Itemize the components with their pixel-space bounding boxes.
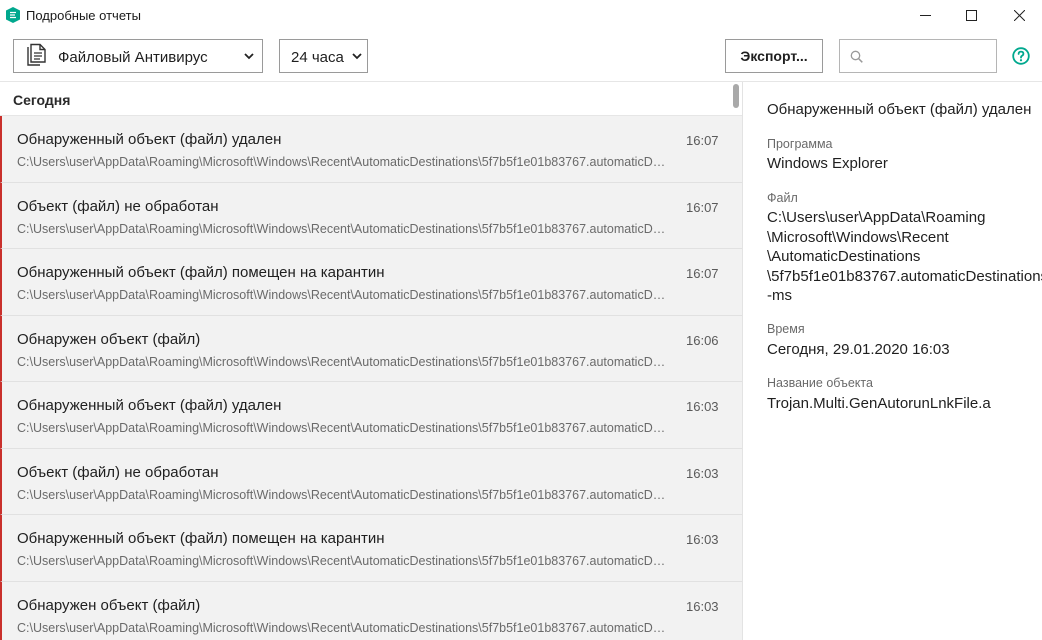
event-path: C:\Users\user\AppData\Roaming\Microsoft\… (17, 554, 667, 568)
time-label: Время (767, 322, 805, 336)
event-title: Обнаружен объект (файл) (17, 596, 201, 614)
list-item[interactable]: Обнаружен объект (файл) C:\Users\user\App… (0, 581, 742, 640)
chevron-down-icon (244, 53, 254, 60)
object-name-label: Название объекта (767, 376, 873, 390)
export-button[interactable]: Экспорт... (725, 39, 823, 73)
event-time: 16:03 (686, 598, 719, 614)
event-title: Обнаруженный объект (файл) удален (17, 397, 282, 414)
event-time: 16:07 (686, 133, 719, 148)
period-select[interactable]: 24 часа (279, 39, 368, 73)
event-time: 16:03 (686, 465, 719, 481)
list-item[interactable]: Обнаружен объект (файл) C:\Users\user\App… (0, 315, 742, 382)
object-name-value: Trojan.Multi.GenAutorunLnkFile.a (767, 395, 991, 412)
program-label: Программа (767, 137, 833, 151)
time-value: Сегодня, 29.01.2020 16:03 (767, 341, 950, 358)
close-button[interactable] (996, 0, 1042, 31)
title-bar: Подробные отчеты (0, 0, 1042, 31)
period-select-label: 24 часа (291, 49, 344, 66)
event-title: Обнаруженный объект (файл) помещен на ка… (17, 264, 385, 281)
component-select-label: Файловый Антивирус (58, 49, 208, 66)
event-title: Обнаруженный объект (файл) удален (17, 131, 282, 148)
group-header-label: Сегодня (13, 92, 71, 108)
minimize-icon (919, 15, 931, 16)
list-item[interactable]: Обнаруженный объект (файл) помещен на ка… (0, 249, 742, 316)
event-path: C:\Users\user\AppData\Roaming\Microsoft\… (17, 221, 667, 236)
maximize-button[interactable] (948, 0, 994, 31)
event-time: 16:06 (686, 332, 719, 348)
event-title: Обнаруженный объект (файл) помещен на ка… (17, 530, 385, 547)
file-label: Файл (767, 191, 798, 205)
search-input[interactable] (870, 46, 990, 66)
list-item[interactable]: Обнаруженный объект (файл) помещен на ка… (0, 515, 742, 582)
list-item[interactable]: Объект (файл) не обработан C:\Users\user\… (0, 448, 742, 515)
events-list: Обнаруженный объект (файл) удален C:\User… (0, 116, 742, 640)
event-path: C:\Users\user\AppData\Roaming\Microsoft\… (17, 288, 667, 302)
event-time: 16:03 (686, 532, 719, 547)
event-path: C:\Users\user\AppData\Roaming\Microsoft\… (17, 620, 667, 635)
event-time: 16:07 (686, 199, 719, 215)
search-box[interactable] (839, 39, 997, 73)
group-header: Сегодня (0, 82, 742, 116)
list-item[interactable]: Объект (файл) не обработан C:\Users\user\… (0, 182, 742, 249)
toolbar: Файловый Антивирус 24 часа Экспорт... (0, 31, 1042, 82)
event-title: Объект (файл) не обработан (17, 197, 219, 215)
component-select[interactable]: Файловый Антивирус (13, 39, 263, 73)
event-time: 16:03 (686, 399, 719, 414)
file-document-icon (27, 43, 46, 66)
file-path-line: \AutomaticDestinations (767, 248, 921, 265)
event-path: C:\Users\user\AppData\Roaming\Microsoft\… (17, 487, 667, 502)
question-circle-icon[interactable] (1012, 47, 1030, 65)
file-path-line: \Microsoft\Windows\Recent (767, 228, 949, 246)
event-path: C:\Users\user\AppData\Roaming\Microsoft\… (17, 354, 667, 369)
event-path: C:\Users\user\AppData\Roaming\Microsoft\… (17, 421, 667, 435)
details-title: Обнаруженный объект (файл) удален (767, 101, 1032, 118)
program-value: Windows Explorer (767, 155, 888, 172)
event-time: 16:07 (686, 266, 719, 281)
events-list-panel: Сегодня Обнаруженный объект (файл) удале… (0, 82, 743, 640)
event-title: Объект (файл) не обработан (17, 463, 219, 481)
file-path-line: \5f7b5f1e01b83767.automaticDestinations (767, 267, 1042, 285)
chevron-down-icon (352, 53, 362, 60)
maximize-icon (965, 10, 977, 21)
file-path-line: -ms (767, 287, 792, 304)
close-icon (1013, 10, 1025, 21)
minimize-button[interactable] (902, 0, 948, 31)
file-path-line: C:\Users\user\AppData\Roaming (767, 209, 986, 226)
event-path: C:\Users\user\AppData\Roaming\Microsoft\… (17, 155, 667, 169)
list-item[interactable]: Обнаруженный объект (файл) удален C:\User… (0, 116, 742, 183)
scrollbar-thumb[interactable] (733, 84, 739, 108)
list-item[interactable]: Обнаруженный объект (файл) удален C:\User… (0, 382, 742, 449)
kaspersky-app-icon (6, 7, 20, 23)
search-icon (850, 50, 863, 63)
window-title: Подробные отчеты (26, 8, 141, 23)
details-panel: Обнаруженный объект (файл) удален Програ… (744, 82, 1042, 640)
event-title: Обнаружен объект (файл) (17, 330, 201, 348)
file-value: C:\Users\user\AppData\Roaming \Microsoft… (767, 208, 1042, 306)
